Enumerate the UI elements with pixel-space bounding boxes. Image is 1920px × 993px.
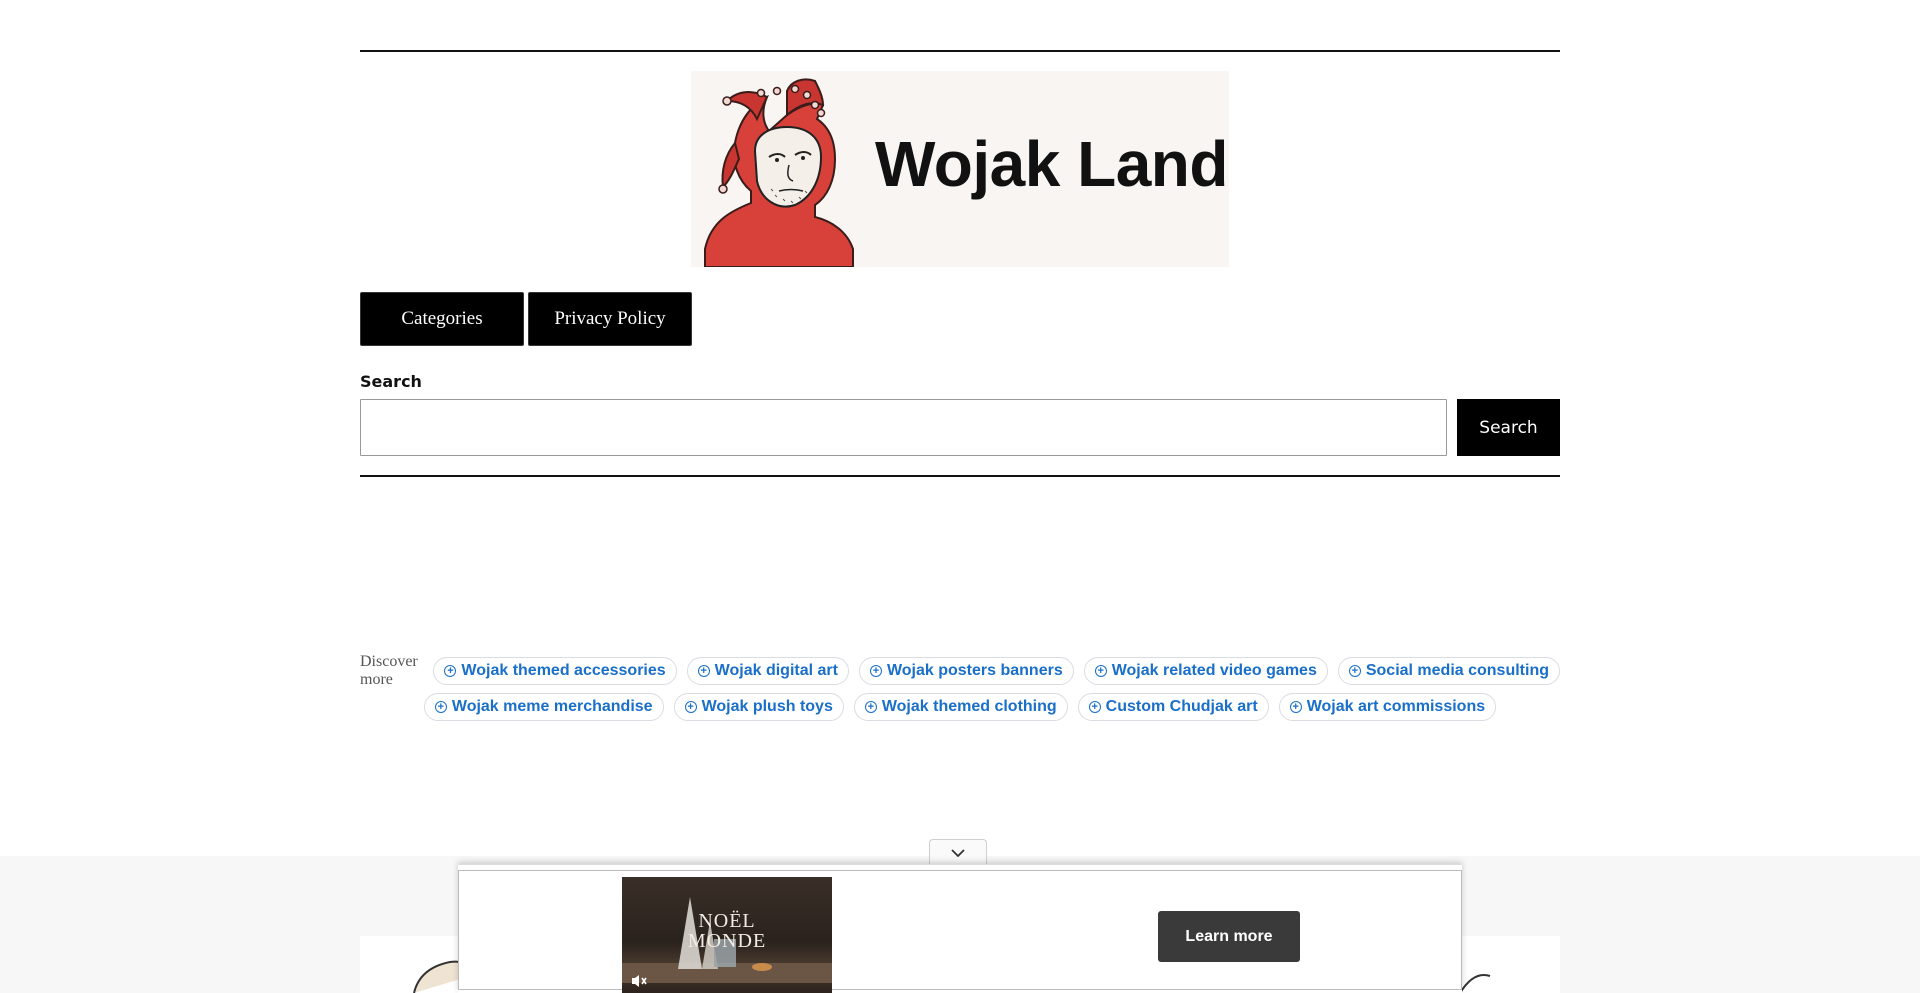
plus-circle-icon: + xyxy=(684,701,697,713)
discover-chip[interactable]: + Wojak digital art xyxy=(686,657,849,685)
plus-circle-icon: + xyxy=(864,701,877,713)
discover-chip[interactable]: + Wojak meme merchandise xyxy=(423,693,664,721)
search-button[interactable]: Search xyxy=(1457,399,1560,456)
main-nav: Categories Privacy Policy xyxy=(360,292,692,346)
discover-chip-label: Wojak meme merchandise xyxy=(451,698,653,715)
ad-video-caption-line-2: MONDE xyxy=(687,930,767,952)
ad-content: NOËL MONDE Learn more xyxy=(458,870,1462,993)
header-top-divider xyxy=(360,50,1560,52)
discover-row-1: Discover more + Wojak themed accessories … xyxy=(360,653,1560,688)
site-logo-text: Wojak Land xyxy=(875,128,1228,200)
discover-chip-label: Wojak themed accessories xyxy=(461,662,666,679)
discover-chip-label: Wojak related video games xyxy=(1111,662,1317,679)
plus-circle-icon: + xyxy=(434,701,447,713)
plus-circle-icon: + xyxy=(1088,701,1101,713)
ad-video-caption-line-1: NOËL xyxy=(698,910,756,932)
discover-chip[interactable]: + Wojak related video games xyxy=(1083,657,1328,685)
page: Wojak Land Categories Privacy Policy Sea… xyxy=(0,0,1920,993)
discover-more-section: Discover more + Wojak themed accessories … xyxy=(360,653,1560,728)
discover-row-2: + Wojak meme merchandise + Wojak plush toy… xyxy=(360,692,1560,722)
plus-circle-icon: + xyxy=(1094,665,1107,677)
nav-categories-button[interactable]: Categories xyxy=(360,292,524,346)
header-bottom-divider xyxy=(360,475,1560,477)
discover-chip[interactable]: + Wojak themed accessories xyxy=(433,657,677,685)
discover-chip[interactable]: + Social media consulting xyxy=(1337,657,1560,685)
plus-circle-icon: + xyxy=(869,665,882,677)
ad-video-caption: NOËL MONDE xyxy=(622,911,832,951)
plus-circle-icon: + xyxy=(1348,665,1361,677)
plus-circle-icon: + xyxy=(444,665,457,677)
discover-chip-label: Wojak themed clothing xyxy=(881,698,1057,715)
chevron-down-icon xyxy=(951,848,965,857)
discover-chip-label: Wojak posters banners xyxy=(886,662,1063,679)
discover-chip[interactable]: + Wojak art commissions xyxy=(1278,693,1497,721)
search-label: Search xyxy=(360,372,422,391)
discover-chip-label: Wojak digital art xyxy=(714,662,838,679)
discover-chip-label: Wojak plush toys xyxy=(701,698,833,715)
plus-circle-icon: + xyxy=(1289,701,1302,713)
discover-chip[interactable]: + Custom Chudjak art xyxy=(1077,693,1269,721)
discover-chip-label: Custom Chudjak art xyxy=(1105,698,1258,715)
muted-speaker-icon[interactable] xyxy=(630,973,648,989)
ad-learn-more-button[interactable]: Learn more xyxy=(1158,911,1300,962)
search-input[interactable] xyxy=(360,399,1447,456)
sticky-ad-banner: NOËL MONDE Learn more xyxy=(458,864,1462,993)
discover-chip-label: Wojak art commissions xyxy=(1306,698,1486,715)
ad-video[interactable]: NOËL MONDE xyxy=(622,877,832,993)
ad-collapse-toggle[interactable] xyxy=(929,839,987,865)
discover-chip[interactable]: + Wojak themed clothing xyxy=(853,693,1068,721)
discover-more-label: Discover more xyxy=(360,653,418,688)
discover-chip-label: Social media consulting xyxy=(1365,662,1549,679)
discover-chip[interactable]: + Wojak posters banners xyxy=(858,657,1074,685)
site-logo[interactable]: Wojak Land xyxy=(691,71,1229,267)
plus-circle-icon: + xyxy=(697,665,710,677)
nav-privacy-policy-button[interactable]: Privacy Policy xyxy=(528,292,692,346)
discover-chip[interactable]: + Wojak plush toys xyxy=(673,693,844,721)
